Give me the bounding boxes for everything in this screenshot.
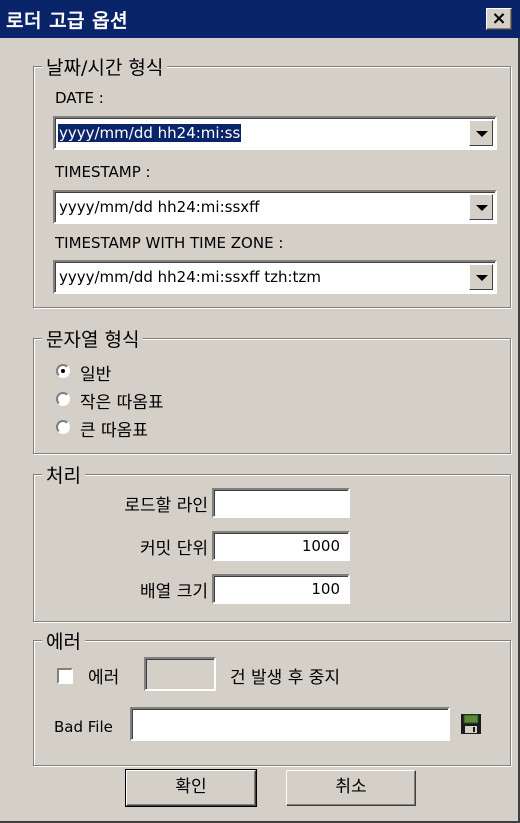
ok-button[interactable]: 확인 bbox=[125, 769, 257, 807]
load-lines-label: 로드할 라인 bbox=[124, 496, 208, 516]
date-format-value: yyyy/mm/dd hh24:mi:ss bbox=[58, 124, 242, 142]
close-icon: × bbox=[491, 8, 507, 29]
load-lines-input[interactable] bbox=[212, 488, 350, 518]
timestamp-tz-format-value: yyyy/mm/dd hh24:mi:ssxff tzh:tzm bbox=[59, 268, 321, 286]
string-format-legend: 문자열 형식 bbox=[42, 325, 144, 352]
bad-file-input[interactable] bbox=[130, 707, 450, 741]
error-legend: 에러 bbox=[42, 627, 85, 654]
radio-single-quote-button[interactable] bbox=[56, 392, 70, 406]
cancel-button[interactable]: 취소 bbox=[286, 770, 416, 806]
error-suffix-label: 건 발생 후 중지 bbox=[230, 668, 341, 688]
date-format-dropdown-button[interactable] bbox=[469, 120, 493, 146]
datetime-format-legend: 날짜/시간 형식 bbox=[42, 53, 168, 80]
timestamp-format-select[interactable]: yyyy/mm/dd hh24:mi:ssxff bbox=[53, 190, 497, 224]
datetime-format-group: 날짜/시간 형식 DATE : yyyy/mm/dd hh24:mi:ss TI… bbox=[33, 53, 511, 308]
radio-single-quote[interactable]: 작은 따옴표 bbox=[56, 389, 256, 413]
radio-double-quote-label: 큰 따옴표 bbox=[80, 421, 148, 441]
radio-normal-label: 일반 bbox=[80, 365, 112, 385]
save-file-icon[interactable] bbox=[460, 713, 482, 735]
error-stop-checkbox[interactable] bbox=[57, 668, 73, 684]
title-bar: 로더 고급 옵션 × bbox=[0, 0, 520, 38]
radio-normal-button[interactable] bbox=[56, 364, 70, 378]
bad-file-label: Bad File bbox=[54, 718, 113, 736]
array-size-label: 배열 크기 bbox=[140, 582, 208, 602]
timestamp-label: TIMESTAMP : bbox=[55, 163, 151, 181]
timestamp-format-value: yyyy/mm/dd hh24:mi:ssxff bbox=[59, 198, 260, 216]
error-checkbox-label: 에러 bbox=[88, 668, 120, 688]
radio-double-quote-button[interactable] bbox=[56, 420, 70, 434]
date-label: DATE : bbox=[55, 89, 104, 107]
timestamp-tz-label: TIMESTAMP WITH TIME ZONE : bbox=[55, 234, 284, 252]
processing-legend: 처리 bbox=[42, 461, 85, 488]
array-size-input[interactable]: 100 bbox=[212, 574, 350, 604]
string-format-group: 문자열 형식 일반 작은 따옴표 큰 따옴표 bbox=[33, 325, 511, 454]
radio-normal[interactable]: 일반 bbox=[56, 361, 216, 385]
commit-unit-input[interactable]: 1000 bbox=[212, 531, 350, 561]
window-title: 로더 고급 옵션 bbox=[6, 10, 129, 32]
timestamp-format-dropdown-button[interactable] bbox=[469, 194, 493, 220]
error-count-input[interactable] bbox=[144, 657, 216, 691]
close-button[interactable]: × bbox=[486, 8, 512, 30]
radio-double-quote[interactable]: 큰 따옴표 bbox=[56, 417, 256, 441]
date-format-select[interactable]: yyyy/mm/dd hh24:mi:ss bbox=[53, 116, 497, 150]
timestamp-tz-format-select[interactable]: yyyy/mm/dd hh24:mi:ssxff tzh:tzm bbox=[53, 260, 497, 294]
loader-advanced-options-dialog: 로더 고급 옵션 × 날짜/시간 형식 DATE : yyyy/mm/dd hh… bbox=[0, 0, 520, 823]
commit-unit-label: 커밋 단위 bbox=[140, 539, 208, 559]
radio-single-quote-label: 작은 따옴표 bbox=[80, 393, 164, 413]
processing-group: 처리 로드할 라인 커밋 단위 1000 배열 크기 100 bbox=[33, 461, 511, 622]
timestamp-tz-format-dropdown-button[interactable] bbox=[469, 264, 493, 290]
error-group: 에러 에러 건 발생 후 중지 Bad File bbox=[33, 627, 511, 766]
